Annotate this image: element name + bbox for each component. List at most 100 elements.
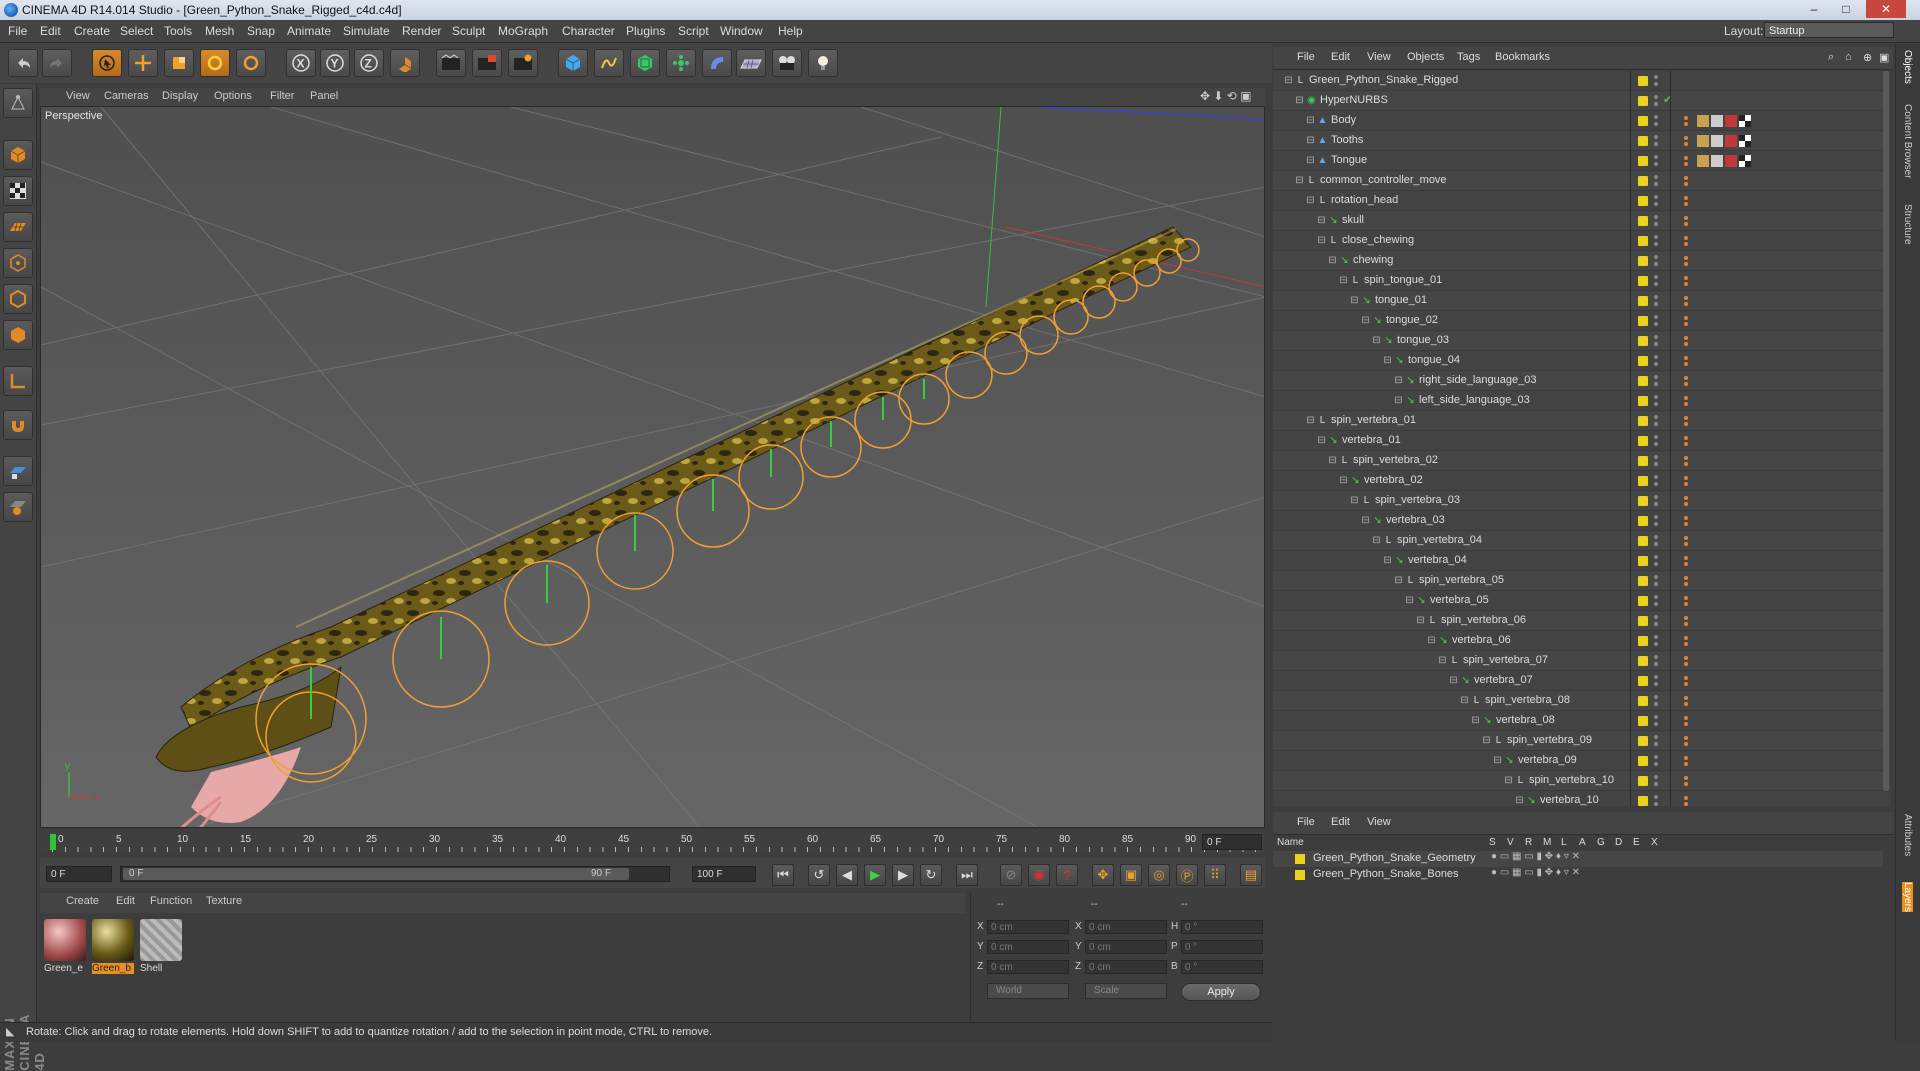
object-name[interactable]: Body [1331, 114, 1356, 126]
timeline-ruler[interactable]: 0 5 10 15 20 25 30 35 40 45 50 55 60 65 … [40, 830, 1265, 854]
ik-tag-icon[interactable] [1681, 195, 1691, 207]
expand-toggle-icon[interactable]: ⊟ [1349, 295, 1360, 306]
size-x-field[interactable]: 0 cm [1085, 920, 1167, 934]
timeline-window-icon[interactable]: ▤ [1240, 864, 1262, 886]
visibility-dots-icon[interactable] [1654, 615, 1658, 627]
visibility-dots-icon[interactable] [1654, 695, 1658, 707]
object-row[interactable]: ⊟ Lclose_chewing [1273, 231, 1883, 251]
object-name[interactable]: skull [1342, 214, 1364, 226]
tab-content-browser[interactable]: Content Browser [1902, 104, 1913, 178]
layer-color-swatch[interactable] [1638, 556, 1648, 566]
position-x-field[interactable]: 0 cm [987, 920, 1069, 934]
object-name[interactable]: left_side_language_03 [1419, 394, 1530, 406]
material-menu-texture[interactable]: Texture [206, 895, 242, 907]
layer-color-swatch[interactable] [1638, 96, 1648, 106]
visibility-dots-icon[interactable] [1654, 435, 1658, 447]
expand-toggle-icon[interactable]: ⊟ [1338, 475, 1349, 486]
visibility-dots-icon[interactable] [1654, 455, 1658, 467]
coordinate-system-icon[interactable] [390, 49, 420, 77]
polygons-mode-icon[interactable] [3, 320, 33, 350]
expand-toggle-icon[interactable]: ⊟ [1437, 655, 1448, 666]
floor-environment-icon[interactable] [736, 49, 766, 77]
expand-toggle-icon[interactable]: ⊟ [1492, 755, 1503, 766]
object-menu-tags[interactable]: Tags [1457, 51, 1480, 63]
object-row[interactable]: ⊟ ◉ HyperNURBS ✔ [1273, 91, 1883, 111]
light-icon[interactable] [808, 49, 838, 77]
viewport-menu-display[interactable]: Display [162, 90, 198, 102]
visibility-dots-icon[interactable] [1654, 155, 1658, 167]
spline-pen-icon[interactable] [594, 49, 624, 77]
array-mograph-icon[interactable] [666, 49, 696, 77]
position-key-icon[interactable]: ✥ [1092, 864, 1114, 886]
nurbs-generator-icon[interactable] [630, 49, 660, 77]
layer-color-swatch[interactable] [1638, 116, 1648, 126]
layer-color-swatch[interactable] [1638, 216, 1648, 226]
expand-toggle-icon[interactable]: ⊟ [1294, 95, 1305, 106]
layer-color-swatch[interactable] [1638, 396, 1648, 406]
ik-tag-icon[interactable] [1681, 475, 1691, 487]
layer-color-swatch[interactable] [1638, 776, 1648, 786]
coordinate-mode-dropdown[interactable]: World [987, 983, 1069, 999]
workplane-mode-icon[interactable] [3, 212, 33, 242]
expand-toggle-icon[interactable]: ⊟ [1338, 275, 1349, 286]
start-frame-field[interactable]: 0 F [46, 866, 112, 882]
object-row[interactable]: ⊟ Lspin_tongue_01 [1273, 271, 1883, 291]
object-menu-view[interactable]: View [1367, 51, 1391, 63]
object-menu-objects[interactable]: Objects [1407, 51, 1444, 63]
ik-tag-icon[interactable] [1681, 675, 1691, 687]
next-key-icon[interactable]: ↻ [920, 864, 942, 886]
z-axis-lock-icon[interactable]: Z [354, 49, 384, 77]
menu-select[interactable]: Select [120, 24, 153, 38]
menu-sculpt[interactable]: Sculpt [452, 24, 485, 38]
layer-color-swatch[interactable] [1638, 256, 1648, 266]
object-name[interactable]: vertebra_03 [1386, 514, 1445, 526]
point-level-animation-icon[interactable]: ⠿ [1204, 864, 1226, 886]
layer-toggle-icons[interactable]: ● ▭ ▦ ▭ ▮ ✥ ♦ ▿ ✕ [1491, 867, 1580, 878]
minimize-button[interactable]: – [1800, 0, 1828, 18]
deformer-bend-icon[interactable] [702, 49, 732, 77]
ik-tag-icon[interactable] [1681, 455, 1691, 467]
visibility-dots-icon[interactable] [1654, 655, 1658, 667]
panel-expand-icon[interactable]: ▣ [1879, 51, 1889, 64]
object-name[interactable]: spin_vertebra_02 [1353, 454, 1438, 466]
ik-tag-icon[interactable] [1681, 495, 1691, 507]
expand-toggle-icon[interactable]: ⊟ [1371, 535, 1382, 546]
object-row[interactable]: ⊟ ↘ vertebra_10 [1273, 791, 1883, 806]
current-frame-field[interactable]: 0 F [1202, 834, 1262, 850]
rotation-b-field[interactable]: 0 ° [1181, 960, 1263, 974]
viewport-menu-panel[interactable]: Panel [310, 90, 338, 102]
object-name[interactable]: close_chewing [1342, 234, 1414, 246]
object-row[interactable]: ⊟ Lspin_vertebra_01 [1273, 411, 1883, 431]
object-name[interactable]: vertebra_04 [1408, 554, 1467, 566]
expand-toggle-icon[interactable]: ⊟ [1481, 735, 1492, 746]
expand-toggle-icon[interactable]: ⊟ [1305, 415, 1316, 426]
layer-row[interactable]: Green_Python_Snake_Bones ● ▭ ▦ ▭ ▮ ✥ ♦ ▿… [1273, 867, 1883, 883]
visibility-dots-icon[interactable] [1654, 515, 1658, 527]
layer-color-swatch[interactable] [1638, 296, 1648, 306]
ik-tag-icon[interactable] [1681, 295, 1691, 307]
expand-toggle-icon[interactable]: ⊟ [1360, 515, 1371, 526]
object-row[interactable]: ⊟ Lrotation_head [1273, 191, 1883, 211]
object-name[interactable]: Tooths [1331, 134, 1363, 146]
material-swatch[interactable]: Green_e [44, 919, 86, 977]
object-name[interactable]: tongue_04 [1408, 354, 1460, 366]
visibility-dots-icon[interactable] [1654, 415, 1658, 427]
expand-toggle-icon[interactable]: ⊟ [1327, 455, 1338, 466]
object-name[interactable]: spin_vertebra_09 [1507, 734, 1592, 746]
object-name[interactable]: chewing [1353, 254, 1393, 266]
object-name[interactable]: spin_vertebra_01 [1331, 414, 1416, 426]
viewport-menu-view[interactable]: View [66, 90, 90, 102]
viewport-menu-filter[interactable]: Filter [270, 90, 294, 102]
ik-tag-icon[interactable] [1681, 715, 1691, 727]
object-row[interactable]: ⊟ ↘ tongue_03 [1273, 331, 1883, 351]
camera-icon[interactable] [772, 49, 802, 77]
object-row[interactable]: ⊟ ↘ skull [1273, 211, 1883, 231]
object-name[interactable]: HyperNURBS [1320, 94, 1388, 106]
playhead-marker[interactable] [50, 834, 56, 850]
layer-color-swatch[interactable] [1638, 356, 1648, 366]
object-row[interactable]: ⊟ ↘ vertebra_09 [1273, 751, 1883, 771]
ik-tag-icon[interactable] [1681, 615, 1691, 627]
quantize-icon[interactable] [3, 492, 33, 522]
render-picture-viewer-icon[interactable] [472, 49, 502, 77]
expand-toggle-icon[interactable]: ⊟ [1448, 675, 1459, 686]
